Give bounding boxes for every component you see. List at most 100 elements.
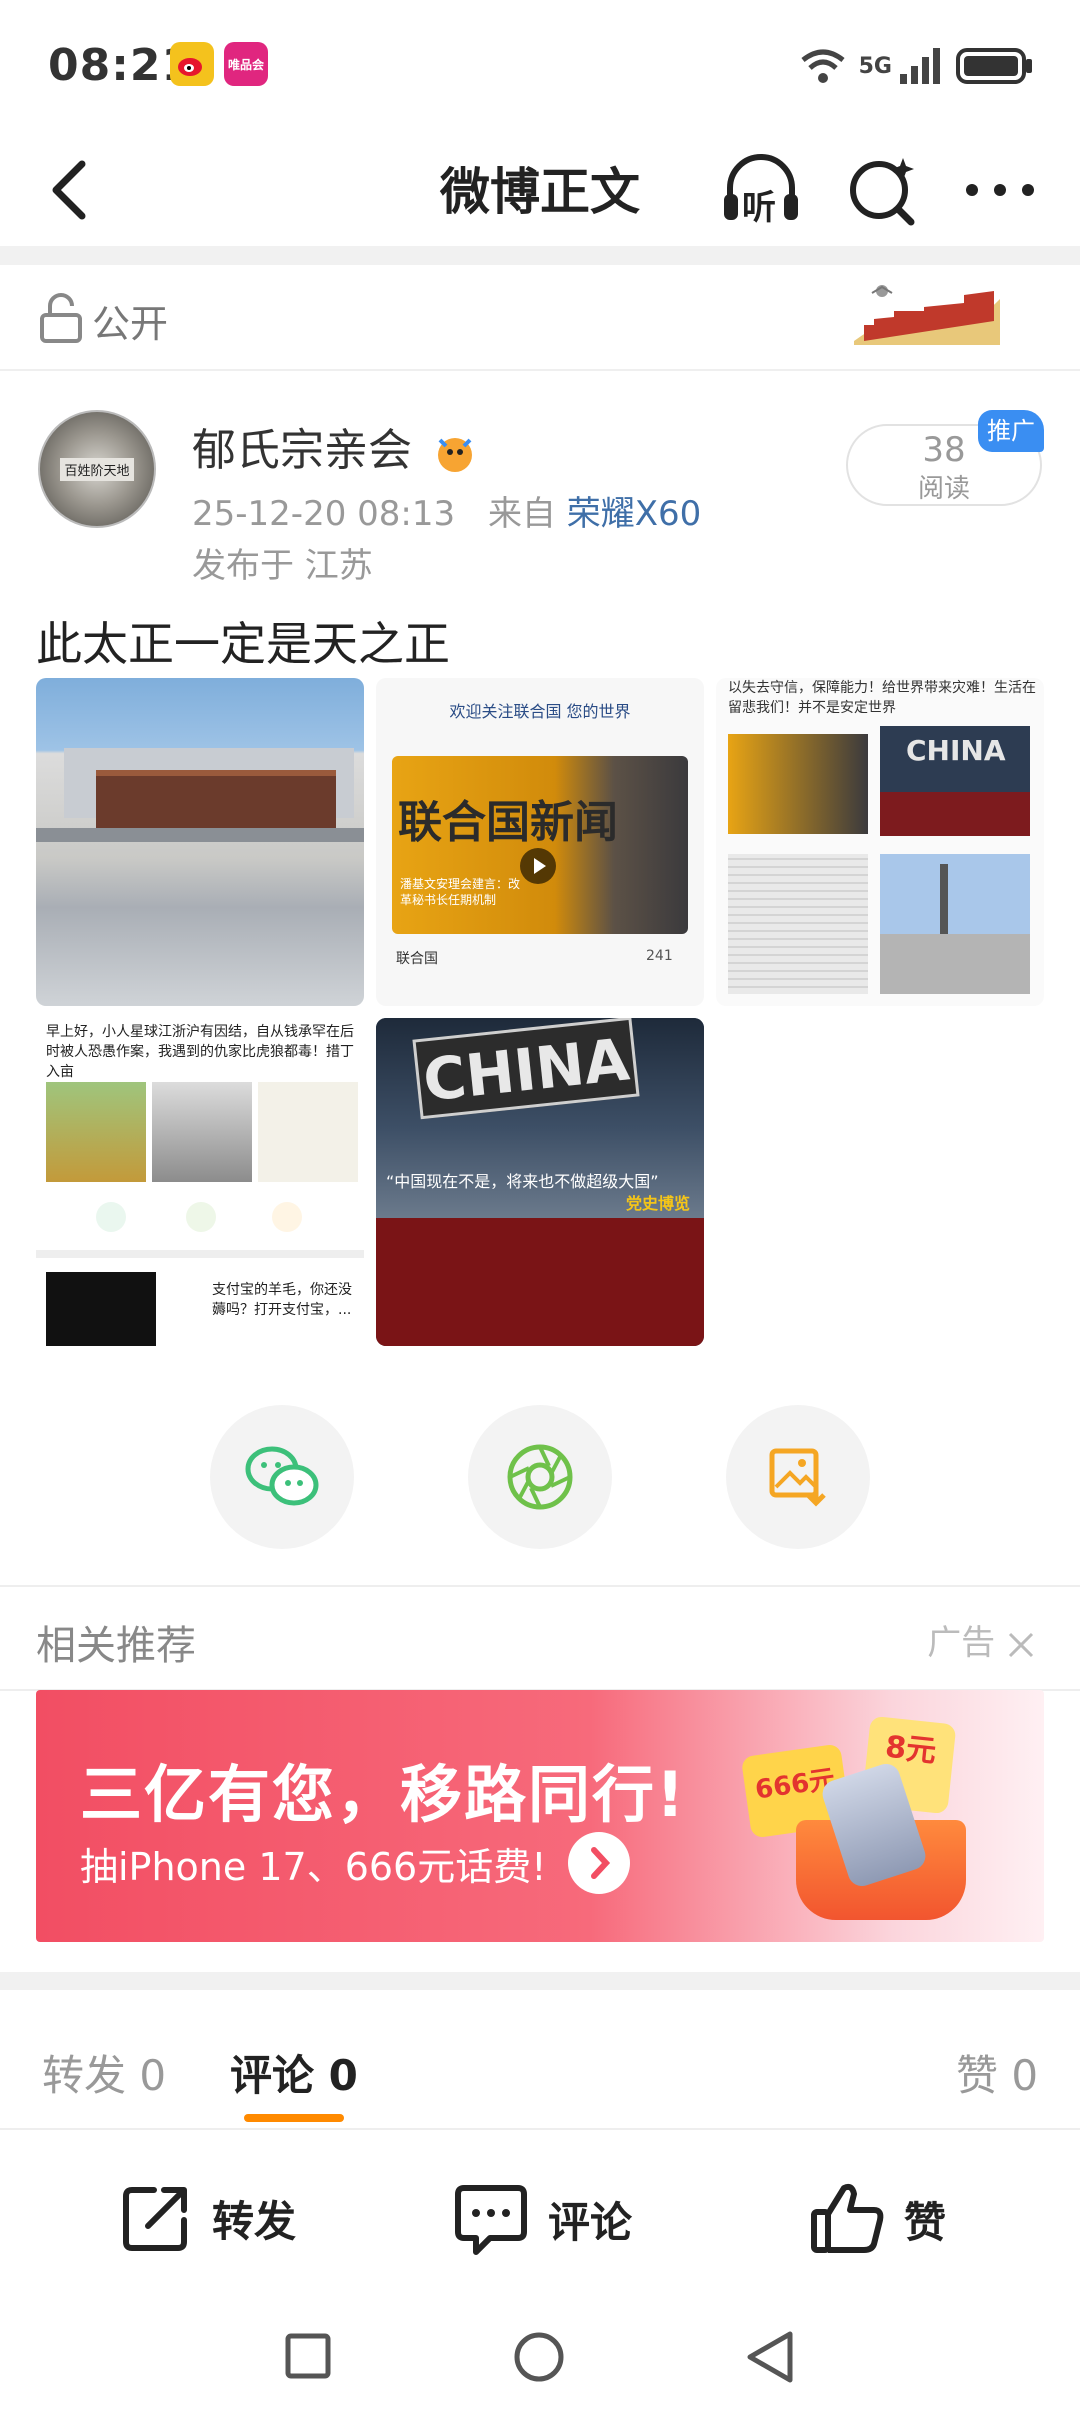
related-header: 相关推荐 广告 — [0, 1585, 1080, 1691]
post-image-1[interactable] — [36, 678, 364, 1006]
image5-lower — [376, 1218, 704, 1346]
top-nav: 微博正文 听 — [0, 130, 1080, 250]
image5-watermark: 党史博览 — [626, 1194, 691, 1213]
vipshop-app-icon: 唯品会 — [224, 42, 268, 86]
active-tab-indicator — [244, 2114, 344, 2122]
post-image-4[interactable]: 早上好，小人星球江浙沪有因结，自从钱承罕在后时被人恐愚作案，我遇到的仇家比虎狼都… — [36, 1018, 364, 1346]
video-title: 联合国新闻 — [398, 797, 618, 848]
image3-text: 以失去守信，保障能力！给世界带来灾难！生活在留悲我们！并不是安定世界 — [728, 680, 1036, 716]
share-moments-button[interactable] — [468, 1405, 612, 1549]
divider — [0, 1972, 1080, 1990]
image3-document — [728, 854, 868, 994]
close-icon — [1008, 1632, 1034, 1657]
weibo-app-icon — [170, 42, 214, 86]
image4-moments-icon — [186, 1202, 216, 1232]
home-icon[interactable] — [512, 2330, 566, 2384]
status-bar: 08:21 唯品会 5G — [0, 0, 1080, 130]
share-wechat-button[interactable] — [210, 1405, 354, 1549]
tab-like[interactable]: 赞 0 — [956, 2042, 1038, 2103]
from-label: 来自 — [487, 494, 556, 534]
comment-bubble-icon — [455, 2185, 527, 2255]
ad-close-button[interactable]: 广告 — [927, 1615, 1036, 1664]
divider — [0, 246, 1080, 265]
battery-icon — [956, 48, 1032, 84]
chevron-left-icon — [52, 160, 86, 220]
author-name[interactable]: 郁氏宗亲会 — [192, 414, 478, 478]
action-bar: 转发 评论 赞 — [0, 2150, 1080, 2290]
more-dots-icon — [966, 184, 1034, 196]
camera-aperture-icon — [507, 1444, 573, 1510]
video-likes: 241 — [646, 948, 673, 964]
comment-button[interactable]: 评论 — [452, 2180, 632, 2258]
post-meta: 25-12-20 08:13 来自 荣耀X60 — [192, 486, 701, 535]
thumbs-up-icon — [811, 2183, 884, 2253]
back-button[interactable] — [40, 150, 110, 230]
image3-thumb-china: CHINA — [880, 726, 1030, 836]
image4-wechat-icon — [96, 1202, 126, 1232]
tab-repost[interactable]: 转发 0 — [42, 2042, 166, 2103]
status-indicators: 5G — [799, 44, 1034, 88]
banner-headline: 三亿有您，移路同行! — [80, 1758, 687, 1831]
video-source: 联合国 — [396, 951, 438, 967]
repost-label: 转发 — [212, 2196, 297, 2246]
unlock-icon — [40, 293, 82, 343]
post-image-2[interactable]: 欢迎关注联合国 您的世界 联合国新闻 潘基文安理会建言：改革秘书长任期机制 联合… — [376, 678, 704, 1006]
like-label: 赞 — [904, 2197, 947, 2247]
chevron-right-icon — [591, 1847, 611, 1879]
share-arrow-icon — [123, 2187, 187, 2251]
video-caption: 潘基文安理会建言：改革秘书长任期机制 — [400, 877, 521, 907]
image4-photo1 — [46, 1082, 146, 1182]
image3-thumb-un — [728, 734, 868, 834]
vip-badge-icon — [438, 438, 472, 472]
image3-china-text: CHINA — [906, 734, 1006, 767]
video-thumbnail: 联合国新闻 潘基文安理会建言：改革秘书长任期机制 — [392, 756, 688, 934]
back-triangle-icon[interactable] — [744, 2330, 796, 2384]
avatar-text: 百姓阶天地 — [60, 457, 134, 481]
post-time: 25-12-20 08:13 — [192, 494, 456, 534]
device-link[interactable]: 荣耀X60 — [567, 494, 702, 534]
network-type: 5G — [858, 53, 892, 79]
listen-button[interactable]: 听 — [720, 148, 802, 230]
visibility-label: 公开 — [92, 302, 169, 346]
listen-label: 听 — [742, 188, 776, 228]
wechat-icon — [245, 1446, 319, 1506]
recent-apps-icon[interactable] — [284, 2332, 332, 2380]
banner-coupon-2-text: 8元 — [883, 1729, 938, 1770]
image4-ad-text: 支付宝的羊毛，你还没薅吗？打开支付宝，... — [212, 1282, 352, 1318]
comment-label: 评论 — [548, 2197, 633, 2247]
image4-ad-thumb — [46, 1272, 156, 1346]
great-wall-decoration — [854, 281, 1000, 345]
post-image-5[interactable]: CHINA “中国现在不是，将来也不做超级大国” 党史博览 — [376, 1018, 704, 1346]
read-label: 阅读 — [917, 474, 970, 504]
more-button[interactable] — [960, 160, 1040, 220]
avatar[interactable]: 百姓阶天地 — [38, 410, 156, 528]
search-button[interactable] — [845, 150, 921, 230]
ad-banner[interactable]: 三亿有您，移路同行! 抽iPhone 17、666元话费! 666元 8元 — [36, 1690, 1044, 1942]
like-button[interactable]: 赞 — [808, 2180, 946, 2258]
visibility-row: 公开 — [0, 265, 1080, 371]
image4-divider — [36, 1250, 364, 1258]
search-sparkle-icon — [850, 158, 915, 226]
wifi-icon — [801, 49, 845, 83]
gate — [36, 828, 364, 842]
interaction-tabs: 转发 0 评论 0 赞 0 — [0, 1990, 1080, 2130]
banner-arrow-button[interactable] — [568, 1832, 630, 1894]
play-icon — [520, 848, 556, 884]
system-navigation-bar — [0, 2300, 1080, 2412]
author-name-text: 郁氏宗亲会 — [192, 425, 412, 476]
signal-icon — [900, 48, 940, 84]
post-image-3[interactable]: 以失去守信，保障能力！给世界带来灾难！生活在留悲我们！并不是安定世界 CHINA — [716, 678, 1044, 1006]
image3-utility-pole — [880, 854, 1030, 994]
related-title: 相关推荐 — [36, 1623, 196, 1669]
image5-subtitle: “中国现在不是，将来也不做超级大国” — [386, 1172, 659, 1191]
save-image-button[interactable] — [726, 1405, 870, 1549]
image4-save-icon — [272, 1202, 302, 1232]
banner-subtitle: 抽iPhone 17、666元话费! — [80, 1845, 547, 1889]
save-image-icon — [769, 1448, 826, 1507]
repost-button[interactable]: 转发 — [118, 2180, 296, 2256]
image4-text: 早上好，小人星球江浙沪有因结，自从钱承罕在后时被人恐愚作案，我遇到的仇家比虎狼都… — [46, 1024, 354, 1080]
promote-badge[interactable]: 推广 — [978, 410, 1044, 452]
un-header: 欢迎关注联合国 您的世界 — [449, 702, 631, 721]
tab-comment[interactable]: 评论 0 — [230, 2042, 358, 2103]
image4-photo2 — [152, 1082, 252, 1182]
